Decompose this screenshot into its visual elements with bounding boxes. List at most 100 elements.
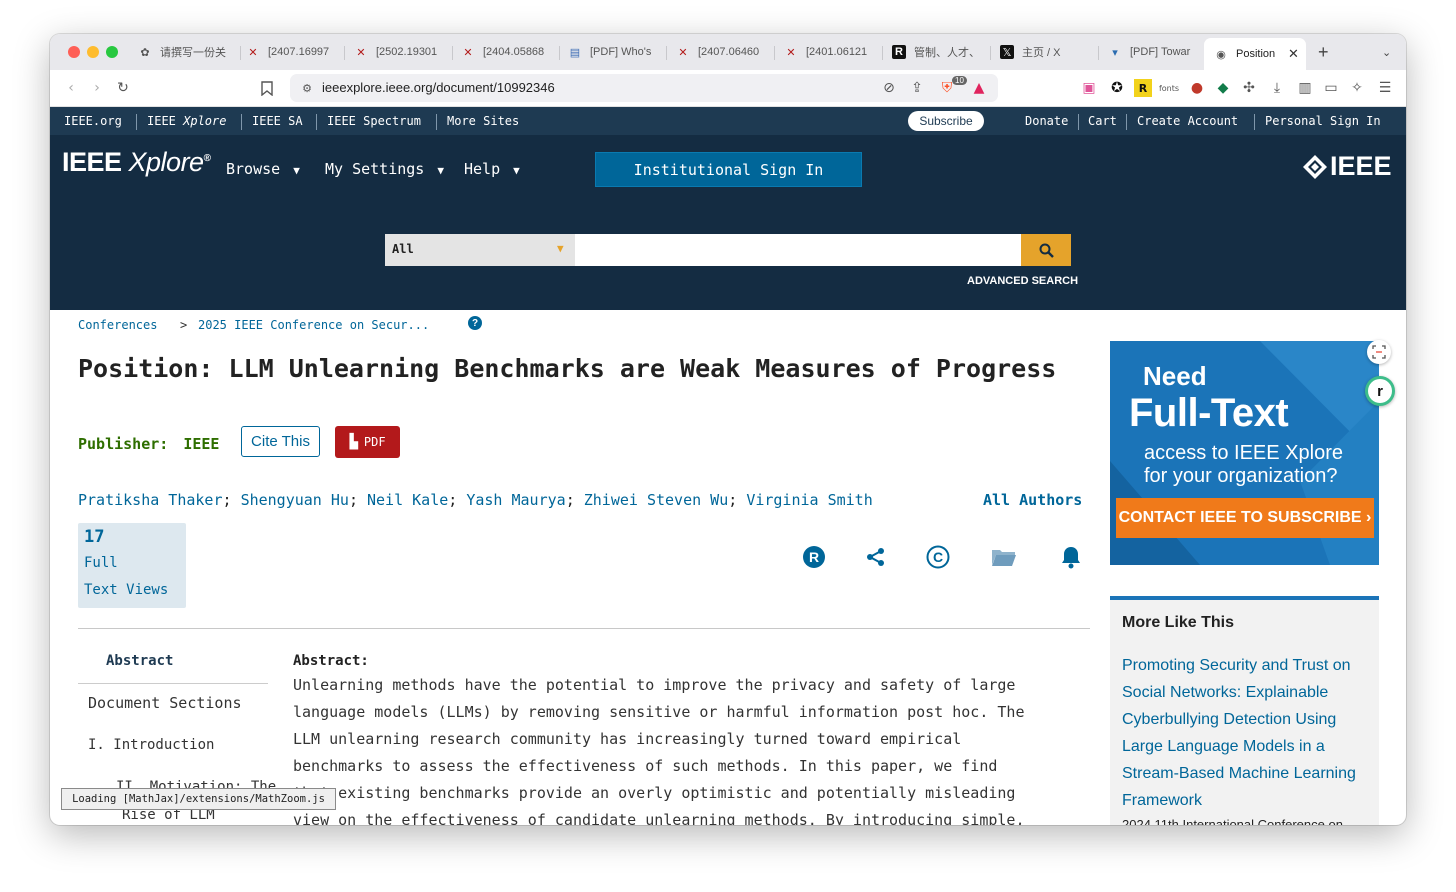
tab-6[interactable]: ✕ [2401.06121 <box>784 38 876 66</box>
tab-2[interactable]: ✕ [2502.19301 <box>354 38 446 66</box>
related-article-venue: 2024 11th International Conference on <box>1122 817 1343 825</box>
tab-label: [2502.19301 <box>376 46 438 58</box>
nav-my-settings[interactable]: My Settings ▼ <box>325 160 444 178</box>
minimize-window-button[interactable] <box>87 46 99 58</box>
tab-label: [2407.06460 <box>698 46 760 58</box>
link-create-account[interactable]: Create Account <box>1137 114 1238 128</box>
extension-6-icon[interactable]: ◆ <box>1214 79 1232 97</box>
tab-5[interactable]: ✕ [2407.06460 <box>676 38 768 66</box>
openai-icon: ✿ <box>140 46 150 59</box>
zoom-window-button[interactable] <box>106 46 118 58</box>
bookmark-icon[interactable] <box>258 79 276 97</box>
search-bar: All ▼ <box>385 234 1071 266</box>
tab-1[interactable]: ✕ [2407.16997 <box>246 38 338 66</box>
tab-4[interactable]: ▤ [PDF] Who's <box>568 38 660 66</box>
arxiv-icon: ✕ <box>786 46 796 59</box>
link-more-sites[interactable]: More Sites <box>447 114 519 128</box>
extension-5-icon[interactable]: ● <box>1188 79 1206 97</box>
extension-1-icon[interactable]: ▣ <box>1080 79 1098 97</box>
extension-2-icon[interactable]: ✪ <box>1108 79 1126 97</box>
back-icon[interactable]: ‹ <box>62 79 80 97</box>
author-list: Pratiksha Thaker; Shengyuan Hu; Neil Kal… <box>78 491 873 509</box>
author-link[interactable]: Shengyuan Hu <box>241 491 349 509</box>
tab-label: 主页 / X <box>1022 47 1061 59</box>
search-scope-select[interactable]: All ▼ <box>385 234 575 266</box>
breadcrumb-conference[interactable]: 2025 IEEE Conference on Secur... <box>198 318 429 332</box>
globe-icon: ◉ <box>1216 48 1226 61</box>
all-authors-link[interactable]: All Authors <box>983 491 1082 509</box>
tab-0[interactable]: ✿ 请撰写一份关 <box>138 38 234 66</box>
ieee-xplore-logo[interactable]: IEEE Xplore® <box>62 147 211 178</box>
close-tab-icon[interactable]: ✕ <box>1288 46 1299 62</box>
tab-9[interactable]: ▾ [PDF] Towar <box>1108 38 1200 66</box>
share-icon[interactable] <box>863 544 889 570</box>
contact-ieee-subscribe-button[interactable]: CONTACT IEEE TO SUBSCRIBE › <box>1116 498 1374 538</box>
link-ieee-sa[interactable]: IEEE SA <box>252 114 303 128</box>
copyright-icon[interactable]: C <box>925 544 951 570</box>
link-ieee-org[interactable]: IEEE.org <box>64 114 122 128</box>
subscribe-ad-banner[interactable]: Need Full-Text access to IEEE Xplore for… <box>1110 341 1379 565</box>
reload-icon[interactable]: ↻ <box>114 79 132 97</box>
site-settings-icon[interactable]: ⚙ <box>298 79 316 97</box>
nav-section-introduction[interactable]: I. Introduction <box>88 737 214 753</box>
full-text-views-metric[interactable]: 17 Full Text Views <box>78 523 186 608</box>
tab-3[interactable]: ✕ [2404.05868 <box>461 38 553 66</box>
search-input[interactable] <box>575 234 1021 266</box>
author-link[interactable]: Pratiksha Thaker <box>78 491 223 509</box>
subscribe-button[interactable]: Subscribe <box>908 111 984 131</box>
fonts-extension-icon[interactable]: fonts <box>1159 79 1179 97</box>
new-tab-button[interactable]: + <box>1318 38 1329 66</box>
arxiv-icon: ✕ <box>678 46 688 59</box>
r-icon: R <box>892 45 906 59</box>
ieee-logo[interactable]: IEEE <box>1302 151 1392 182</box>
tab-8[interactable]: 𝕏 主页 / X <box>1000 38 1092 66</box>
menu-icon[interactable]: ☰ <box>1376 79 1394 97</box>
nav-browse[interactable]: Browse ▼ <box>226 160 300 178</box>
download-icon[interactable]: ⤓ <box>1268 79 1286 97</box>
author-link[interactable]: Yash Maurya <box>466 491 565 509</box>
tab-label: 请撰写一份关 <box>160 47 226 59</box>
pdf-icon: ▙ <box>349 434 358 450</box>
share-icon[interactable]: ⇪ <box>908 79 926 97</box>
tab-7[interactable]: R 管制、人才、 <box>892 38 984 66</box>
xplore-header: IEEE Xplore® Browse ▼ My Settings ▼ Help… <box>50 135 1406 310</box>
assistant-float-icon[interactable]: r <box>1365 376 1395 406</box>
link-cart[interactable]: Cart <box>1088 114 1117 128</box>
folder-icon[interactable] <box>991 544 1017 570</box>
extensions-puzzle-icon[interactable]: ✣ <box>1240 79 1258 97</box>
leo-ai-icon[interactable]: ✧ <box>1348 79 1366 97</box>
link-ieee-spectrum[interactable]: IEEE Spectrum <box>327 114 421 128</box>
related-article-link[interactable]: Promoting Security and Trust on Social N… <box>1122 652 1372 814</box>
forward-icon[interactable]: › <box>88 79 106 97</box>
link-personal-sign-in[interactable]: Personal Sign In <box>1265 114 1381 128</box>
author-link[interactable]: Zhiwei Steven Wu <box>584 491 729 509</box>
pdf-button[interactable]: ▙ PDF <box>335 426 400 458</box>
link-donate[interactable]: Donate <box>1025 114 1068 128</box>
institutional-sign-in-button[interactable]: Institutional Sign In <box>595 152 862 187</box>
advanced-search-link[interactable]: ADVANCED SEARCH <box>967 275 1078 287</box>
author-link[interactable]: Neil Kale <box>367 491 448 509</box>
nav-abstract[interactable]: Abstract <box>106 653 173 669</box>
address-bar[interactable]: ⚙ ieeexplore.ieee.org/document/10992346 … <box>290 74 998 102</box>
breadcrumb-conferences[interactable]: Conferences <box>78 318 157 332</box>
brave-rewards-icon[interactable]: ▲ <box>970 79 988 97</box>
translate-blocked-icon[interactable]: ⊘ <box>880 79 898 97</box>
tab-active[interactable]: ◉ Position ✕ <box>1204 38 1306 70</box>
extension-3-icon[interactable]: R <box>1134 79 1152 97</box>
rights-link-icon[interactable]: R <box>801 544 827 570</box>
author-link[interactable]: Virginia Smith <box>746 491 872 509</box>
tab-list-chevron-icon[interactable]: ⌄ <box>1382 38 1391 66</box>
help-icon[interactable]: ? <box>468 316 482 330</box>
close-window-button[interactable] <box>68 46 80 58</box>
screenshot-tool-icon[interactable] <box>1367 340 1391 364</box>
wallet-icon[interactable]: ▭ <box>1322 79 1340 97</box>
link-ieee-xplore[interactable]: IEEE Xplore <box>147 114 226 128</box>
search-button[interactable] <box>1021 234 1071 266</box>
chevron-down-icon: ▼ <box>513 164 520 177</box>
nav-help[interactable]: Help ▼ <box>464 160 520 178</box>
bell-icon[interactable] <box>1058 544 1084 570</box>
x-icon: 𝕏 <box>1000 45 1014 59</box>
svg-text:R: R <box>809 549 819 565</box>
sidebar-icon[interactable]: ▥ <box>1296 79 1314 97</box>
cite-this-button[interactable]: Cite This <box>241 426 320 457</box>
